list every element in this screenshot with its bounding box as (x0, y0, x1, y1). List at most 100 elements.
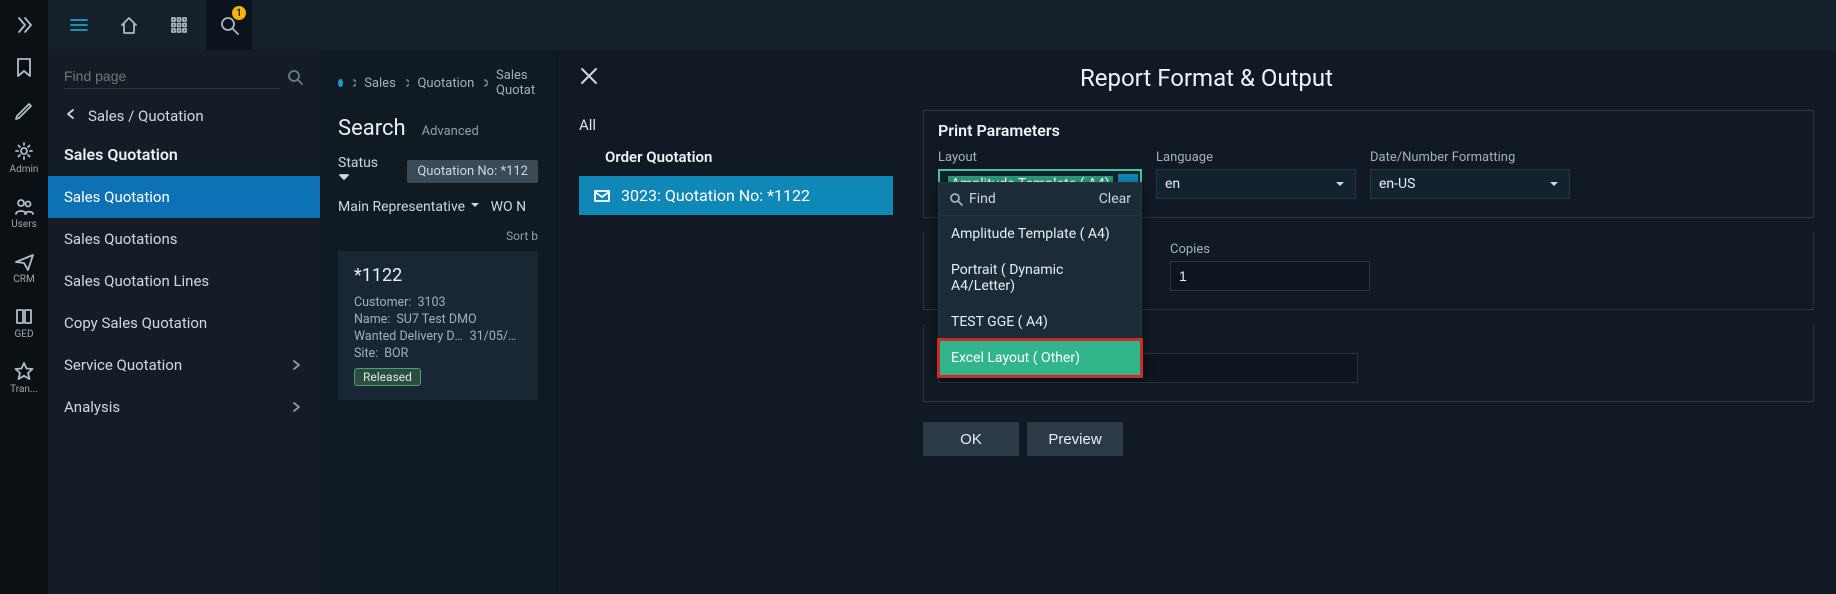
crumb-1[interactable]: Sales (364, 76, 396, 91)
caret-down-icon (338, 171, 350, 183)
drawer-group: Order Quotation (579, 148, 893, 176)
search-icon (949, 192, 963, 206)
crumb-dot (338, 79, 343, 87)
main-rep-filter[interactable]: Main Representative (338, 199, 481, 215)
chevron-right-icon (351, 78, 357, 88)
nav-panel: Sales / Quotation Sales Quotation Sales … (48, 50, 320, 594)
main-area: 1 Sales / Quotation Sales Quotation Sale… (48, 0, 1836, 594)
caret-down-icon (1333, 177, 1347, 191)
nav-item-sales-quotation[interactable]: Sales Quotation (48, 176, 320, 218)
back-icon (64, 107, 78, 125)
nav-item-copy-sales-quotation[interactable]: Copy Sales Quotation (48, 302, 320, 344)
datefmt-select[interactable]: en-US (1370, 169, 1570, 199)
icon-rail: Admin Users CRM GED Tran... (0, 0, 48, 594)
nav-item-sales-quotations[interactable]: Sales Quotations (48, 218, 320, 260)
drawer-item-label: 3023: Quotation No: *1122 (621, 186, 810, 205)
rail-edit[interactable] (0, 98, 48, 120)
language-label: Language (1156, 150, 1356, 165)
gear-icon (13, 140, 35, 162)
home-button[interactable] (106, 0, 152, 50)
rail-ged-label: GED (14, 329, 33, 340)
report-drawer: Report Format & Output All Order Quotati… (556, 50, 1836, 594)
name-value: SU7 Test DMO (396, 311, 476, 328)
rail-expand[interactable] (0, 14, 48, 36)
nav-item-analysis[interactable]: Analysis (48, 386, 320, 428)
caret-down-icon (1547, 177, 1561, 191)
find-page-input[interactable] (64, 64, 280, 89)
copies-label: Copies (1170, 242, 1370, 257)
layout-option-1[interactable]: Portrait ( Dynamic A4/Letter) (939, 252, 1141, 304)
chevron-right-icon (482, 78, 488, 88)
status-filter[interactable]: Status (338, 155, 393, 187)
users-icon (13, 195, 35, 217)
search-icon (286, 68, 304, 86)
quotation-card[interactable]: *1122 Customer: 3103 Name: SU7 Test DMO Wa… (338, 251, 538, 400)
rail-ged[interactable]: GED (0, 305, 48, 340)
print-params-title: Print Parameters (938, 121, 1799, 150)
nav-item-service-quotation[interactable]: Service Quotation (48, 344, 320, 386)
nav-list: Sales Quotation Sales Quotations Sales Q… (48, 176, 320, 428)
find-label[interactable]: Find (969, 191, 996, 207)
work-area: Sales Quotation Sales Quotat Search Adva… (320, 50, 556, 594)
rail-tran-label: Tran... (10, 384, 38, 395)
apps-button[interactable] (156, 0, 202, 50)
layout-label: Layout (938, 150, 1142, 165)
datefmt-value: en-US (1379, 176, 1415, 192)
card-id: *1122 (354, 265, 522, 286)
site-label: Site: (354, 345, 378, 362)
drawer-right: Print Parameters Layout Amplitude Templa… (901, 110, 1836, 594)
breadcrumb-trail: Sales Quotation Sales Quotat (338, 50, 538, 98)
drawer-all[interactable]: All (579, 110, 893, 148)
datefmt-label: Date/Number Formatting (1370, 150, 1570, 165)
site-value: BOR (384, 345, 408, 362)
rail-crm[interactable]: CRM (0, 250, 48, 285)
notif-badge: 1 (232, 6, 246, 20)
breadcrumb-text: Sales / Quotation (88, 107, 204, 125)
advanced-link[interactable]: Advanced (422, 124, 479, 139)
nav-item-sales-quotation-lines[interactable]: Sales Quotation Lines (48, 260, 320, 302)
crumb-3[interactable]: Sales Quotat (496, 68, 538, 98)
rail-bookmark[interactable] (0, 56, 48, 78)
sort-label[interactable]: Sort b (338, 215, 538, 251)
preview-button[interactable]: Preview (1027, 422, 1123, 456)
search-button[interactable]: 1 (206, 0, 252, 50)
wanted-label: Wanted Delivery Date/T... (354, 328, 464, 345)
menu-icon (68, 14, 90, 36)
filter-chip[interactable]: Quotation No: *112 (407, 160, 538, 183)
menu-toggle[interactable] (56, 0, 102, 50)
star-icon (13, 360, 35, 382)
pencil-icon (13, 98, 35, 120)
chevron-right-icon (290, 400, 304, 414)
nav-breadcrumb[interactable]: Sales / Quotation (48, 95, 320, 137)
mail-icon (593, 189, 611, 203)
chevron-right-icon (290, 358, 304, 372)
ok-button[interactable]: OK (923, 422, 1019, 456)
customer-value: 3103 (417, 294, 445, 311)
rail-tran[interactable]: Tran... (0, 360, 48, 395)
customer-label: Customer: (354, 294, 411, 311)
drawer-left: All Order Quotation 3023: Quotation No: … (557, 110, 901, 594)
search-heading: Search (338, 116, 406, 141)
dropdown-find-row: Find Clear (939, 183, 1141, 216)
rail-crm-label: CRM (13, 274, 34, 285)
home-icon (118, 14, 140, 36)
status-pill: Released (354, 368, 421, 386)
content: Sales / Quotation Sales Quotation Sales … (48, 50, 1836, 594)
crumb-2[interactable]: Quotation (417, 76, 474, 91)
rail-users[interactable]: Users (0, 195, 48, 230)
copies-input[interactable] (1170, 261, 1370, 291)
layout-option-2[interactable]: TEST GGE ( A4) (939, 304, 1141, 340)
name-label: Name: (354, 311, 390, 328)
drawer-item[interactable]: 3023: Quotation No: *1122 (579, 176, 893, 215)
language-select[interactable]: en (1156, 169, 1356, 199)
rail-users-label: Users (11, 219, 37, 230)
rail-admin[interactable]: Admin (0, 140, 48, 175)
grid-icon (168, 14, 190, 36)
clear-link[interactable]: Clear (1099, 191, 1131, 207)
wo-filter[interactable]: WO N (491, 199, 527, 215)
caret-down-icon (469, 199, 481, 211)
rail-admin-label: Admin (10, 164, 39, 175)
layout-option-3[interactable]: Excel Layout ( Other) (939, 340, 1141, 376)
layout-option-0[interactable]: Amplitude Template ( A4) (939, 216, 1141, 252)
close-button[interactable] (579, 66, 599, 90)
